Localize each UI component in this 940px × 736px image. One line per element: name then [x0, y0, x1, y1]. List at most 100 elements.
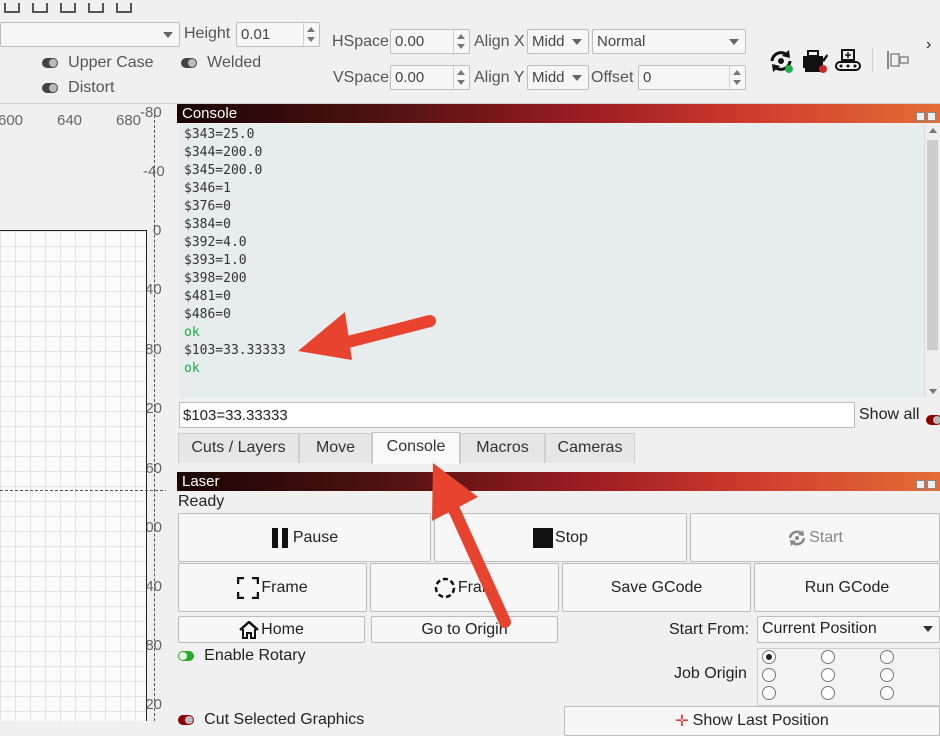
console-title: Console — [182, 105, 238, 122]
console-output[interactable]: $343=25.0 $344=200.0 $345=200.0 $346=1 $376=… — [179, 124, 924, 398]
spin-up-icon[interactable] — [457, 70, 465, 75]
offset-label: Offset — [591, 69, 634, 86]
float-icon[interactable] — [916, 480, 925, 489]
laser-titlebar[interactable]: Laser — [177, 472, 940, 491]
tab-cuts-layers[interactable]: Cuts / Layers — [178, 433, 299, 463]
align-x-combo[interactable]: Midd — [527, 29, 589, 54]
chevron-right-icon[interactable]: › — [926, 36, 931, 54]
welded-toggle[interactable]: Welded — [181, 54, 261, 72]
pause-button[interactable]: Pause — [178, 513, 431, 562]
chevron-down-icon — [572, 75, 582, 81]
go-to-origin-button[interactable]: Go to Origin — [371, 616, 558, 643]
toolbar-top-icons[interactable] — [4, 0, 144, 13]
spin-up-icon[interactable] — [733, 70, 741, 75]
crosshair-icon: ✛ — [675, 713, 689, 730]
home-button[interactable]: Home — [178, 616, 365, 643]
guide-line-vertical — [154, 110, 155, 721]
align-y-combo[interactable]: Midd — [527, 65, 589, 90]
spin-down-icon[interactable] — [457, 44, 465, 49]
job-origin-radio-middle-left[interactable] — [762, 668, 776, 682]
home-icon — [239, 620, 259, 639]
align-left-icon[interactable] — [886, 50, 910, 70]
style-combo[interactable]: Normal — [592, 29, 746, 54]
hspace-label: HSpace — [332, 33, 389, 50]
scroll-down-icon[interactable] — [929, 389, 937, 394]
run-gcode-button[interactable]: Run GCode — [754, 563, 940, 612]
job-origin-radio-middle-right[interactable] — [880, 668, 894, 682]
height-spinbox[interactable]: 0.01 — [236, 22, 320, 47]
job-origin-radio-top-left[interactable] — [762, 650, 776, 664]
vspace-label: VSpace — [333, 69, 390, 86]
console-line: $103=33.33333 — [184, 343, 286, 358]
stop-button[interactable]: Stop — [434, 513, 687, 562]
console-titlebar[interactable]: Console — [177, 104, 940, 123]
align-x-label: Align X — [474, 33, 525, 50]
chevron-down-icon — [729, 39, 739, 45]
frame-circle-button[interactable]: Fram — [370, 563, 559, 612]
conveyor-icon[interactable] — [834, 46, 862, 74]
job-origin-radio-bottom-center[interactable] — [821, 686, 835, 700]
distort-toggle[interactable]: Distort — [42, 79, 114, 97]
close-icon[interactable] — [927, 112, 936, 121]
align-icon[interactable] — [4, 3, 20, 13]
scroll-up-icon[interactable] — [929, 128, 937, 133]
frame-button[interactable]: Frame — [178, 563, 367, 612]
console-line: $346=1 — [184, 181, 231, 196]
spin-up-icon[interactable] — [457, 34, 465, 39]
laser-machine-icon[interactable] — [800, 46, 828, 74]
start-cycle-icon — [788, 529, 806, 546]
job-origin-radio-center[interactable] — [821, 668, 835, 682]
job-origin-radio-top-center[interactable] — [821, 650, 835, 664]
enable-rotary-toggle[interactable]: Enable Rotary — [178, 647, 306, 665]
scroll-thumb[interactable] — [927, 140, 938, 350]
console-command-input[interactable] — [179, 402, 855, 428]
spin-up-icon[interactable] — [307, 27, 315, 32]
font-combo[interactable] — [0, 22, 180, 47]
hspace-spinbox[interactable]: 0.00 — [390, 29, 470, 54]
job-origin-radio-bottom-right[interactable] — [880, 686, 894, 700]
upper-case-toggle[interactable]: Upper Case — [42, 54, 154, 72]
pause-icon — [271, 527, 288, 548]
spin-down-icon[interactable] — [457, 80, 465, 85]
console-line: $343=25.0 — [184, 127, 255, 142]
cut-selected-graphics-toggle[interactable]: Cut Selected Graphics — [178, 711, 364, 729]
show-last-position-button[interactable]: ✛ Show Last Position — [564, 706, 940, 736]
job-origin-grid — [757, 648, 940, 706]
laser-status: Ready — [178, 493, 225, 510]
close-icon[interactable] — [927, 480, 936, 489]
toggle-switch-icon — [181, 58, 197, 69]
distribute-icon[interactable] — [32, 3, 48, 13]
float-icon[interactable] — [916, 112, 925, 121]
start-from-combo[interactable]: Current Position — [757, 616, 940, 643]
tab-macros[interactable]: Macros — [460, 433, 545, 463]
toggle-switch-icon — [178, 715, 194, 726]
offset-spinbox[interactable]: 0 — [638, 65, 746, 90]
console-line: $392=4.0 — [184, 235, 247, 250]
console-line: $393=1.0 — [184, 253, 247, 268]
more-icon[interactable] — [116, 3, 132, 13]
tab-console[interactable]: Console — [372, 432, 460, 464]
group-icon[interactable] — [60, 3, 76, 13]
start-button[interactable]: Start — [690, 513, 940, 562]
job-origin-radio-top-right[interactable] — [880, 650, 894, 664]
show-all-label: Show all — [859, 406, 920, 423]
console-scrollbar[interactable] — [924, 124, 940, 398]
workspace-grid[interactable] — [0, 230, 147, 721]
move-down-icon[interactable] — [88, 3, 104, 13]
chevron-down-icon — [572, 39, 582, 45]
chevron-down-icon — [923, 626, 933, 632]
spin-down-icon[interactable] — [733, 80, 741, 85]
spin-down-icon[interactable] — [307, 37, 315, 42]
align-y-label: Align Y — [474, 69, 525, 86]
text-toolbar: Height 0.01 HSpace 0.00 Align X Midd Nor… — [0, 0, 940, 104]
device-settings-icon[interactable] — [767, 47, 795, 75]
ruler-x-label: 680 — [116, 112, 142, 129]
job-origin-label: Job Origin — [674, 665, 747, 682]
save-gcode-button[interactable]: Save GCode — [562, 563, 751, 612]
show-all-toggle[interactable] — [926, 415, 940, 426]
tab-cameras[interactable]: Cameras — [545, 433, 635, 463]
tab-move[interactable]: Move — [299, 433, 372, 463]
job-origin-radio-bottom-left[interactable] — [762, 686, 776, 700]
ruler-y-label: -80 — [140, 104, 162, 121]
vspace-spinbox[interactable]: 0.00 — [390, 65, 470, 90]
